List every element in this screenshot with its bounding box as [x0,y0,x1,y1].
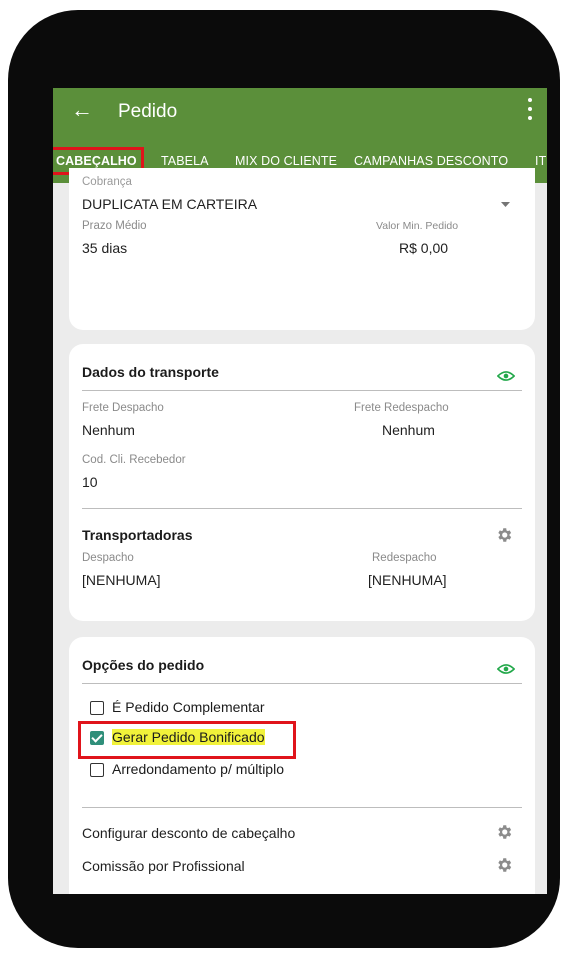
eye-icon[interactable] [497,370,515,382]
redespacho-label: Redespacho [372,552,437,564]
tab-campanhas-desconto[interactable]: CAMPANHAS DESCONTO [354,154,508,168]
cobranca-label: Cobrança [82,176,132,188]
eye-icon[interactable] [497,663,515,675]
cod-cli-recebedor-value[interactable]: 10 [82,474,98,490]
valor-min-value: R$ 0,00 [399,240,449,256]
more-vert-icon[interactable] [527,98,533,120]
frete-redespacho-label: Frete Redespacho [354,402,449,414]
gear-icon[interactable] [495,856,513,874]
frete-despacho-value[interactable]: Nenhum [82,422,135,438]
config-desconto-link[interactable]: Configurar desconto de cabeçalho [82,825,295,841]
checkbox-arredondamento[interactable] [90,763,104,777]
page-title: Pedido [118,101,178,122]
checkbox-label[interactable]: Arredondamento p/ múltiplo [112,761,284,777]
divider [82,508,522,509]
checkbox-label: Gerar Pedido Bonificado [112,729,265,745]
checkbox-label-highlighted[interactable]: Gerar Pedido Bonificado [112,729,265,745]
prazo-medio-label: Prazo Médio [82,220,147,232]
cod-cli-recebedor-label: Cod. Cli. Recebedor [82,454,186,466]
valor-min-label: Valor Min. Pedido [376,220,459,232]
checkbox-pedido-complementar[interactable] [90,701,104,715]
options-title: Opções do pedido [82,657,205,673]
phone-frame: ← Pedido CABEÇALHO TABELA MIX DO CLIENTE… [8,10,560,948]
payment-card: Cobrança DUPLICATA EM CARTEIRA Prazo Méd… [69,168,535,330]
checkbox-gerar-pedido-bonificado[interactable] [90,731,104,745]
arrow-left-icon[interactable]: ← [71,98,93,122]
redespacho-value[interactable]: [NENHUMA] [368,572,447,588]
chevron-down-icon[interactable] [501,202,510,208]
transport-title: Dados do transporte [82,364,219,380]
options-card: Opções do pedido É Pedido Complementar G… [69,637,535,894]
tab-tabela[interactable]: TABELA [161,154,209,168]
tab-itens[interactable]: IT [535,154,546,168]
prazo-medio-value: 35 dias [82,240,128,256]
gear-icon[interactable] [495,823,513,841]
transportadoras-title: Transportadoras [82,527,193,543]
divider [82,807,522,808]
checkbox-label[interactable]: É Pedido Complementar [112,699,265,715]
app-screen: ← Pedido CABEÇALHO TABELA MIX DO CLIENTE… [53,88,547,894]
divider [82,390,522,391]
gear-icon[interactable] [495,526,513,544]
divider [82,683,522,684]
comissao-link[interactable]: Comissão por Profissional [82,858,245,874]
despacho-value[interactable]: [NENHUMA] [82,572,161,588]
frete-despacho-label: Frete Despacho [82,402,164,414]
tab-mix-do-cliente[interactable]: MIX DO CLIENTE [235,154,337,168]
transport-card: Dados do transporte Frete Despacho Nenhu… [69,344,535,621]
frete-redespacho-value[interactable]: Nenhum [382,422,435,438]
despacho-label: Despacho [82,552,134,564]
cobranca-value[interactable]: DUPLICATA EM CARTEIRA [82,196,257,212]
